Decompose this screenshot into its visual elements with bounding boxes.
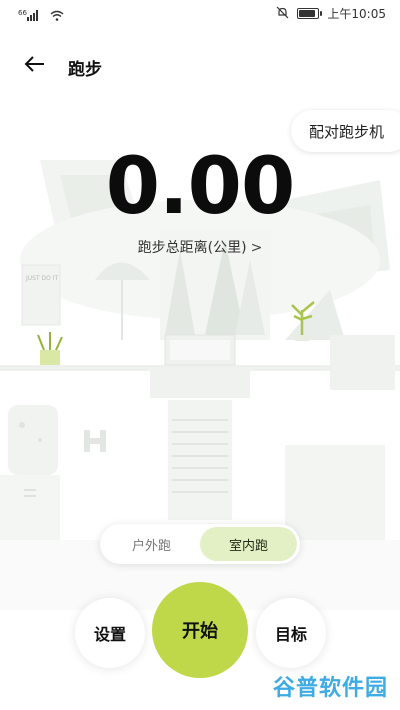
run-mode-toggle: 户外跑 室内跑 (100, 524, 300, 564)
start-button[interactable]: 开始 (152, 582, 248, 678)
battery-level (299, 10, 316, 17)
distance-label-link[interactable]: 跑步总距离(公里) > (0, 237, 400, 257)
status-bar: 66 上午10:05 (0, 0, 400, 28)
chevron-right-icon: > (250, 240, 263, 256)
distance-value: 0.00 (105, 142, 295, 232)
back-button[interactable] (20, 53, 50, 79)
arrow-left-icon (24, 56, 46, 76)
app-header: 跑步 (0, 44, 400, 88)
distance-label: 跑步总距离(公里) (137, 240, 247, 256)
battery-icon (297, 8, 323, 19)
tab-outdoor-run[interactable]: 户外跑 (103, 527, 200, 561)
watermark-logo: 谷普软件园 (272, 676, 388, 701)
running-screen: 66 上午10:05 跑步 配对跑步机 JUST DO IT 0.00 跑步总距… (0, 0, 400, 710)
signal-icon: 66 (18, 6, 44, 25)
svg-text:66: 66 (18, 9, 27, 17)
tab-indoor-run[interactable]: 室内跑 (200, 527, 297, 561)
page-title: 跑步 (68, 60, 102, 80)
status-right: 上午10:05 (276, 5, 386, 22)
goal-button[interactable]: 目标 (256, 598, 326, 668)
pair-treadmill-button[interactable]: 配对跑步机 (290, 110, 400, 152)
wifi-icon (50, 6, 64, 25)
status-time: 上午10:05 (327, 7, 386, 21)
settings-button[interactable]: 设置 (75, 598, 145, 668)
mute-icon (276, 6, 289, 22)
status-left: 66 (18, 6, 64, 25)
illustration-poster-text: JUST DO IT (25, 275, 59, 282)
